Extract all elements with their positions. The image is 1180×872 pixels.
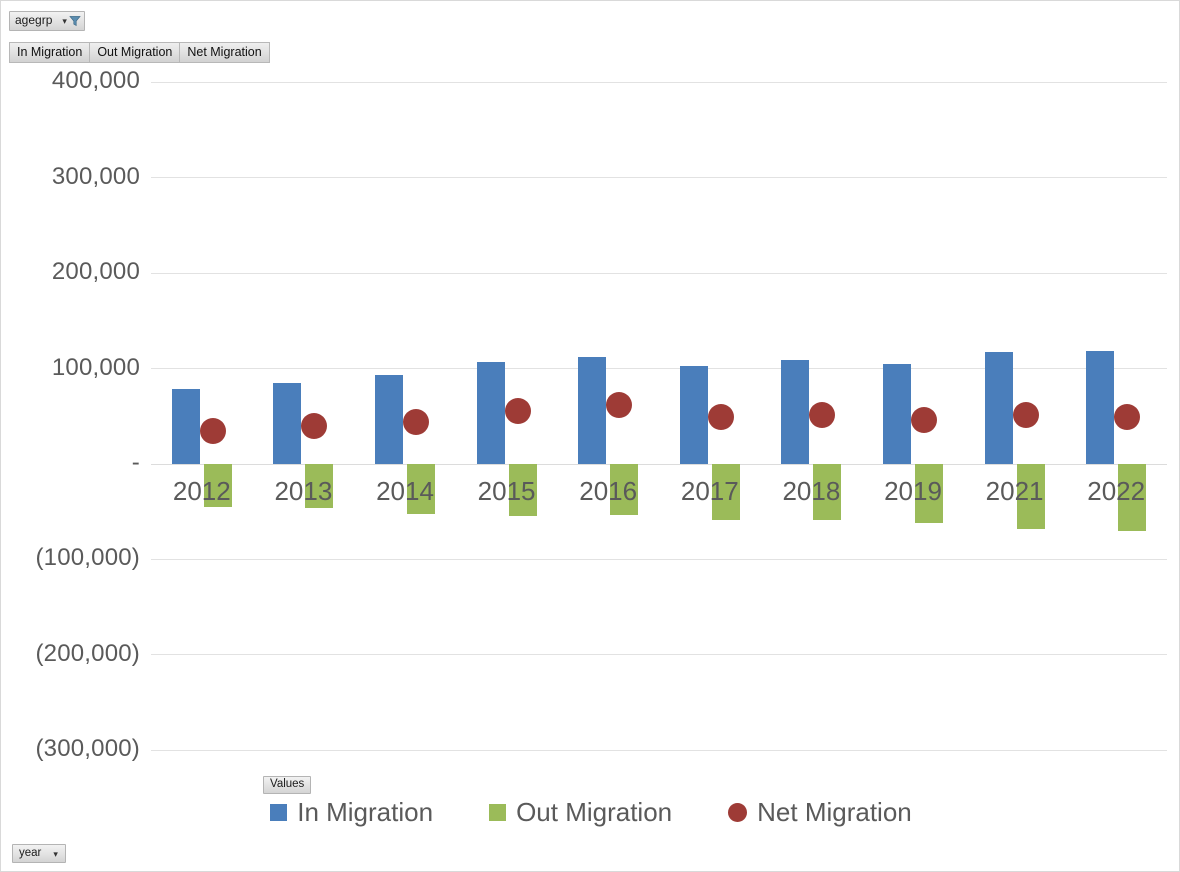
gridline: [151, 368, 1167, 369]
year-filter-button[interactable]: year ▾: [12, 844, 66, 863]
y-axis-tick-label: 200,000: [51, 258, 140, 286]
values-field-label: Values: [270, 778, 305, 790]
y-axis-tick-label: (100,000): [35, 544, 140, 572]
chevron-down-icon: ▾: [53, 848, 58, 859]
bar-in-migration[interactable]: [578, 356, 607, 464]
y-axis-tick-label: -: [131, 449, 140, 476]
point-net-migration[interactable]: [809, 401, 836, 428]
point-net-migration[interactable]: [403, 408, 429, 435]
gridline: [151, 273, 1167, 274]
x-axis-tick-label: 2013: [274, 476, 333, 506]
bar-in-migration[interactable]: [171, 389, 200, 464]
chart-plot-area: 400,000 300,000 200,000 100,000 - (100,000) (2…: [1, 1, 1179, 871]
y-axis-tick-label: (300,000): [35, 735, 140, 763]
gridline: [151, 177, 1167, 178]
gridline: [151, 82, 1167, 83]
legend-swatch-in-migration: [270, 803, 288, 821]
legend-label-net-migration: Net Migration: [757, 797, 912, 827]
point-net-migration[interactable]: [707, 403, 734, 430]
bar-in-migration[interactable]: [883, 364, 911, 464]
year-filter-label: year: [19, 846, 42, 859]
legend-item-net-migration[interactable]: Net Migration: [728, 797, 912, 827]
legend-label-in-migration: In Migration: [297, 797, 434, 827]
y-axis-tick-label: 300,000: [51, 162, 140, 190]
legend-item-out-migration[interactable]: Out Migration: [489, 797, 672, 827]
gridline: [151, 654, 1167, 655]
point-net-migration[interactable]: [911, 407, 937, 434]
bar-in-migration[interactable]: [1086, 351, 1115, 464]
point-net-migration[interactable]: [1114, 403, 1141, 430]
point-net-migration[interactable]: [504, 398, 531, 425]
bar-in-migration[interactable]: [781, 360, 810, 464]
y-axis-tick-label: 400,000: [51, 67, 140, 95]
x-axis-tick-label: 2021: [985, 476, 1044, 506]
x-axis-tick-label: 2018: [782, 476, 841, 506]
x-axis-tick-label: 2017: [680, 476, 739, 506]
bar-in-migration[interactable]: [273, 383, 302, 464]
legend-item-in-migration[interactable]: In Migration: [270, 797, 433, 827]
values-field-button[interactable]: Values: [263, 776, 312, 794]
x-axis-tick-label: 2016: [579, 476, 638, 506]
chart-legend: In Migration Out Migration Net Migration: [1, 797, 1179, 827]
y-axis-tick-label: 100,000: [51, 353, 140, 381]
legend-label-out-migration: Out Migration: [516, 797, 673, 827]
bar-in-migration[interactable]: [375, 375, 403, 464]
x-axis-tick-label: 2015: [477, 476, 536, 506]
bar-in-migration[interactable]: [476, 361, 505, 464]
point-net-migration[interactable]: [199, 418, 226, 445]
x-axis-tick-label: 2019: [884, 476, 942, 506]
bar-in-migration[interactable]: [984, 352, 1013, 464]
legend-swatch-out-migration: [489, 803, 507, 821]
pivot-chart-page: agegrp ▾ In Migration Out Migration Net …: [0, 0, 1180, 872]
gridline: [151, 464, 1167, 465]
y-axis-tick-label: (200,000): [35, 639, 140, 667]
gridline: [151, 559, 1167, 560]
x-axis-tick-label: 2022: [1087, 476, 1146, 506]
legend-swatch-net-migration: [728, 802, 748, 822]
x-axis-tick-label: 2014: [376, 476, 434, 506]
bar-in-migration[interactable]: [679, 366, 708, 464]
point-net-migration[interactable]: [1012, 402, 1039, 429]
x-axis-tick-label: 2012: [172, 476, 231, 506]
point-net-migration[interactable]: [301, 413, 328, 440]
point-net-migration[interactable]: [606, 392, 633, 419]
gridline: [151, 750, 1167, 751]
